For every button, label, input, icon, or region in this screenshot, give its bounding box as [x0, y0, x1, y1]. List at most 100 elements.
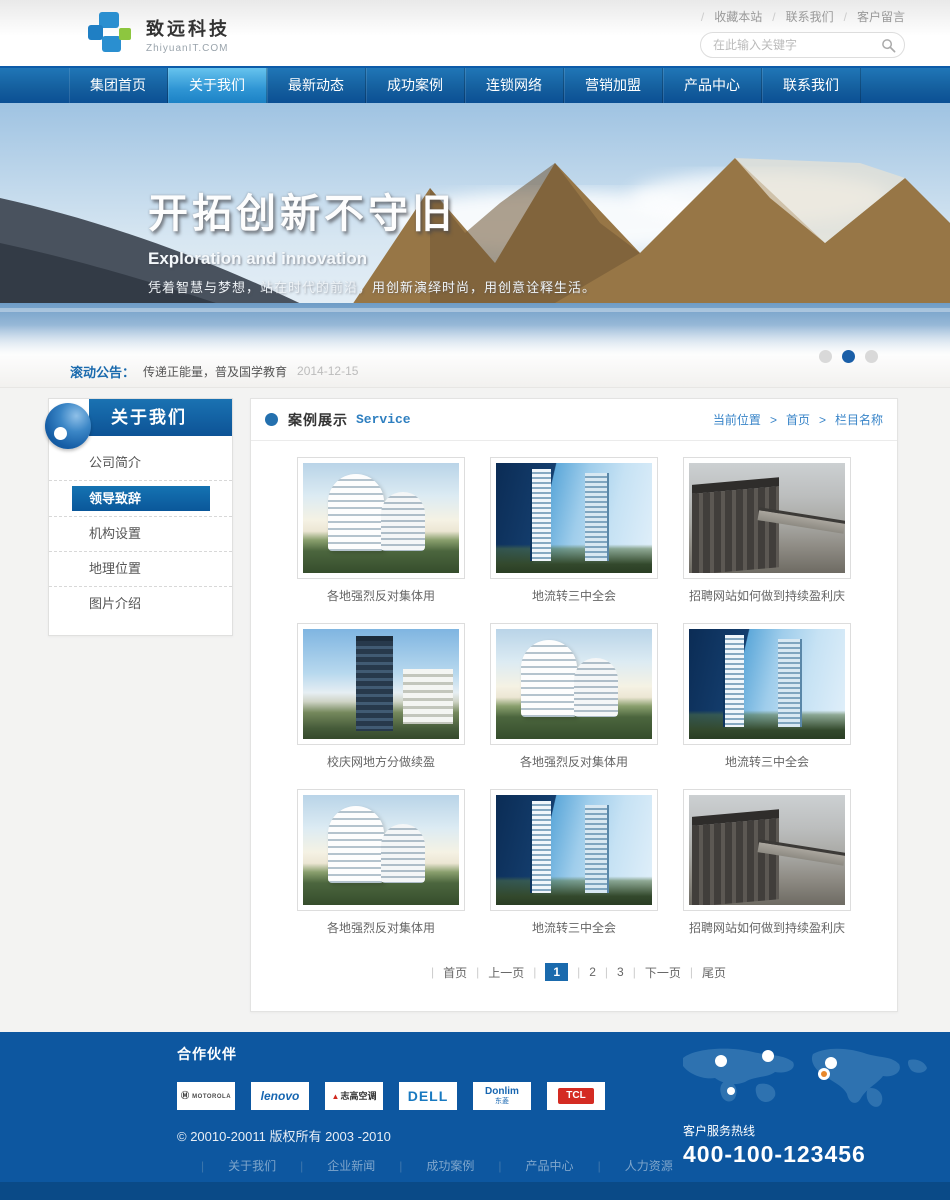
breadcrumb-item[interactable]: 首页: [761, 413, 810, 427]
case-card: 地流转三中全会: [490, 789, 658, 937]
sidebar-menu-item[interactable]: 领导致辞: [49, 486, 232, 517]
footer-link[interactable]: 关于我们: [177, 1157, 276, 1174]
breadcrumb-label: 当前位置: [713, 413, 761, 427]
site-logo[interactable]: 致远科技 ZhiyuanIT.COM: [88, 12, 230, 56]
nav-item[interactable]: 营销加盟: [564, 68, 663, 103]
sidebar-menu-item[interactable]: 图片介绍: [49, 587, 232, 621]
page: 致远科技 ZhiyuanIT.COM 收藏本站联系我们客户留言 集团首页 关于我…: [0, 0, 950, 1200]
map-dot: [762, 1050, 774, 1062]
pagination-item[interactable]: 3: [596, 965, 624, 979]
search-box: [700, 32, 905, 58]
banner-tagline: 凭着智慧与梦想，站在时代的前沿，用创新演绎时尚，用创意诠释生活。: [148, 277, 596, 296]
case-thumbnail[interactable]: [297, 457, 465, 579]
case-caption[interactable]: 各地强烈反对集体用: [327, 919, 435, 936]
case-thumbnail[interactable]: [297, 623, 465, 745]
pagination-item[interactable]: 上一页: [467, 964, 524, 981]
sidebar-menu-item-label: 图片介绍: [49, 587, 232, 621]
nav-item-label: 营销加盟: [585, 77, 641, 93]
pagination-item[interactable]: 首页: [422, 964, 467, 981]
hotline-label: 客户服务热线: [683, 1122, 940, 1139]
building-photo: [689, 795, 845, 905]
sidebar-menu: 公司简介 领导致辞 机构设置 地理位置 图片介绍: [49, 436, 232, 635]
nav-item-label: 成功案例: [387, 77, 443, 93]
footer-bottom-strip: [0, 1182, 950, 1200]
pagination-item[interactable]: 1: [524, 963, 568, 981]
carousel-dot[interactable]: [865, 350, 878, 363]
sidebar-menu-item[interactable]: 机构设置: [49, 517, 232, 552]
carousel-dots: [819, 350, 878, 363]
partner-logo[interactable]: lenovo: [251, 1082, 309, 1110]
case-caption[interactable]: 招聘网站如何做到持续盈利庆: [689, 919, 845, 936]
building-photo: [689, 629, 845, 739]
case-thumbnail[interactable]: [490, 789, 658, 911]
case-thumbnail[interactable]: [683, 789, 851, 911]
banner-text: 开拓创新不守旧 Exploration and innovation 凭着智慧与…: [148, 181, 596, 296]
nav-item[interactable]: 产品中心: [663, 68, 762, 103]
topbar-link[interactable]: 联系我们: [762, 10, 833, 24]
footer-link[interactable]: 产品中心: [474, 1157, 573, 1174]
building-photo: [303, 629, 459, 739]
partner-logo-text: DELL: [408, 1089, 449, 1103]
case-caption[interactable]: 地流转三中全会: [532, 587, 616, 604]
case-caption[interactable]: 各地强烈反对集体用: [520, 753, 628, 770]
footer-link[interactable]: 人力资源: [574, 1157, 673, 1174]
partner-logo[interactable]: 志高空调: [325, 1082, 383, 1110]
pagination-item[interactable]: 2: [568, 965, 596, 979]
banner-title: 开拓创新不守旧: [148, 181, 596, 239]
nav-item[interactable]: 集团首页: [69, 68, 168, 103]
case-card: 地流转三中全会: [490, 457, 658, 605]
carousel-dot[interactable]: [819, 350, 832, 363]
hero-banner: 开拓创新不守旧 Exploration and innovation 凭着智慧与…: [0, 103, 950, 355]
panel-title: 案例展示: [288, 410, 348, 430]
topbar-link[interactable]: 客户留言: [834, 10, 905, 24]
pagination-item-label: 3: [617, 965, 624, 979]
case-caption[interactable]: 地流转三中全会: [532, 919, 616, 936]
footer-link[interactable]: 成功案例: [375, 1157, 474, 1174]
case-thumbnail[interactable]: [297, 789, 465, 911]
footer-link[interactable]: 企业新闻: [276, 1157, 375, 1174]
map-dot: [727, 1087, 735, 1095]
breadcrumb-item[interactable]: 栏目名称: [810, 413, 883, 427]
case-thumbnail[interactable]: [490, 457, 658, 579]
partner-logo-text: MOTOROLA: [181, 1092, 231, 1100]
map-dot: [715, 1055, 727, 1067]
partner-logo[interactable]: DELL: [399, 1082, 457, 1110]
notice-label: 滚动公告：: [70, 362, 135, 381]
pagination-item-label: 首页: [443, 964, 467, 981]
notice-text[interactable]: 传递正能量，普及国学教育: [143, 363, 287, 380]
case-card: 各地强烈反对集体用: [490, 623, 658, 771]
partner-logo[interactable]: Donlim 东菱: [473, 1082, 531, 1110]
nav-item[interactable]: 关于我们: [168, 68, 267, 103]
building-photo: [689, 463, 845, 573]
pagination-item[interactable]: 下一页: [624, 964, 681, 981]
case-card: 招聘网站如何做到持续盈利庆: [683, 789, 851, 937]
pagination-item-label: 下一页: [645, 964, 681, 981]
case-caption[interactable]: 校庆网地方分做续盈: [327, 753, 435, 770]
carousel-dot[interactable]: [842, 350, 855, 363]
partner-logo[interactable]: MOTOROLA: [177, 1082, 235, 1110]
case-caption[interactable]: 各地强烈反对集体用: [327, 587, 435, 604]
nav-item[interactable]: 成功案例: [366, 68, 465, 103]
sidebar-menu-item[interactable]: 地理位置: [49, 552, 232, 587]
map-dot-highlighted: [821, 1071, 827, 1077]
search-input[interactable]: [713, 38, 881, 52]
case-caption[interactable]: 招聘网站如何做到持续盈利庆: [689, 587, 845, 604]
pagination-item[interactable]: 尾页: [681, 964, 726, 981]
pagination: 首页 上一页 1 2 3: [251, 963, 897, 981]
partner-logo[interactable]: TCL: [547, 1082, 605, 1110]
case-card: 招聘网站如何做到持续盈利庆: [683, 457, 851, 605]
case-thumbnail[interactable]: [683, 457, 851, 579]
nav-item[interactable]: 联系我们: [762, 68, 861, 103]
nav-item[interactable]: 连锁网络: [465, 68, 564, 103]
sidebar-menu-item[interactable]: 公司简介: [49, 446, 232, 481]
building-photo: [496, 463, 652, 573]
main-panel: 案例展示 Service 当前位置首页栏目名称 各地强烈反对集体用: [250, 398, 898, 1012]
topbar-link[interactable]: 收藏本站: [691, 10, 762, 24]
nav-item[interactable]: 最新动态: [267, 68, 366, 103]
search-icon[interactable]: [881, 38, 896, 53]
nav-item-label: 关于我们: [189, 77, 245, 93]
case-card: 各地强烈反对集体用: [297, 457, 465, 605]
case-thumbnail[interactable]: [490, 623, 658, 745]
case-caption[interactable]: 地流转三中全会: [725, 753, 809, 770]
case-thumbnail[interactable]: [683, 623, 851, 745]
